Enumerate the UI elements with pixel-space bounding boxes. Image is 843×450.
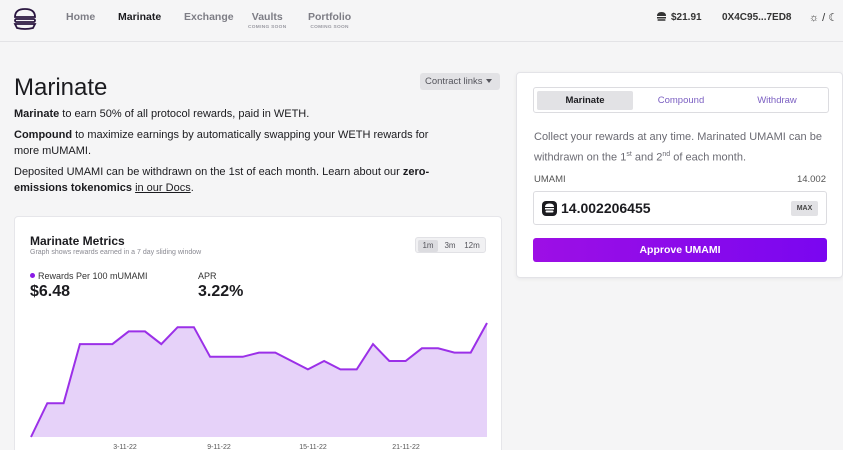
- range-selector: 1m 3m 12m: [415, 237, 486, 253]
- apr-label: APR: [198, 271, 217, 281]
- page-title: Marinate: [14, 74, 108, 101]
- nav-vaults-label: Vaults: [251, 11, 283, 23]
- tab-marinate[interactable]: Marinate: [537, 91, 633, 110]
- token-label: UMAMI: [534, 174, 566, 185]
- umami-price: $21.91: [656, 12, 702, 23]
- tab-withdraw[interactable]: Withdraw: [729, 91, 825, 110]
- theme-toggle-icon[interactable]: ☼ / ☾: [809, 11, 838, 24]
- apr-value: 3.22%: [198, 283, 244, 300]
- max-button[interactable]: MAX: [791, 201, 818, 216]
- nav-exchange[interactable]: Exchange: [184, 11, 234, 23]
- metrics-subtitle: Graph shows rewards earned in a 7 day sl…: [30, 249, 202, 256]
- nav-portfolio-label: Portfolio: [308, 11, 352, 23]
- rewards-value: $6.48: [30, 283, 71, 300]
- range-1m-button[interactable]: 1m: [418, 240, 438, 252]
- nav-portfolio[interactable]: Portfolio COMING SOON: [308, 11, 351, 30]
- tab-compound[interactable]: Compound: [633, 91, 729, 110]
- x-tick-label: 15-11-22: [299, 444, 327, 450]
- amount-value: 14.002206455: [561, 200, 651, 216]
- contract-links-button[interactable]: Contract links: [420, 73, 500, 90]
- umami-logo-icon[interactable]: [13, 8, 37, 30]
- chart-area: [31, 323, 487, 437]
- price-value: $21.91: [671, 12, 702, 23]
- umami-token-icon: [542, 201, 557, 216]
- rewards-chart: 3-11-22 9-11-22 15-11-22 21-11-22: [30, 322, 488, 450]
- metrics-title: Marinate Metrics: [30, 234, 125, 248]
- action-tabs: Marinate Compound Withdraw: [533, 87, 829, 113]
- nav-home[interactable]: Home: [66, 11, 95, 23]
- top-nav: Home Marinate Exchange Vaults COMING SOO…: [0, 0, 843, 42]
- rewards-label: Rewards Per 100 mUMAMI: [30, 271, 148, 281]
- marinate-metrics-card: Marinate Metrics Graph shows rewards ear…: [14, 216, 502, 450]
- x-tick-label: 21-11-22: [392, 444, 420, 450]
- panel-description: Collect your rewards at any time. Marina…: [534, 131, 822, 164]
- wallet-address[interactable]: 0X4C95...7ED8: [722, 12, 792, 23]
- marinate-description: Marinate to earn 50% of all protocol rew…: [14, 108, 310, 120]
- nav-marinate[interactable]: Marinate: [118, 11, 161, 23]
- compound-description: Compound to maximize earnings by automat…: [14, 129, 429, 157]
- chevron-down-icon: [485, 79, 492, 83]
- token-balance[interactable]: 14.002: [797, 174, 826, 185]
- nav-vaults[interactable]: Vaults COMING SOON: [248, 11, 286, 30]
- docs-link[interactable]: in our Docs: [135, 182, 191, 194]
- withdraw-description: Deposited UMAMI can be withdrawn on the …: [14, 166, 430, 194]
- marinate-panel: Marinate Compound Withdraw Collect your …: [516, 72, 843, 278]
- range-3m-button[interactable]: 3m: [440, 240, 460, 252]
- x-tick-label: 3-11-22: [113, 444, 137, 450]
- amount-input[interactable]: 14.002206455 MAX: [533, 191, 827, 225]
- umami-token-icon: [657, 12, 666, 21]
- coming-soon-badge: COMING SOON: [310, 25, 349, 30]
- series-dot-icon: [30, 273, 35, 278]
- x-tick-label: 9-11-22: [207, 444, 231, 450]
- coming-soon-badge: COMING SOON: [248, 25, 287, 30]
- approve-button[interactable]: Approve UMAMI: [533, 238, 827, 262]
- range-12m-button[interactable]: 12m: [462, 240, 482, 252]
